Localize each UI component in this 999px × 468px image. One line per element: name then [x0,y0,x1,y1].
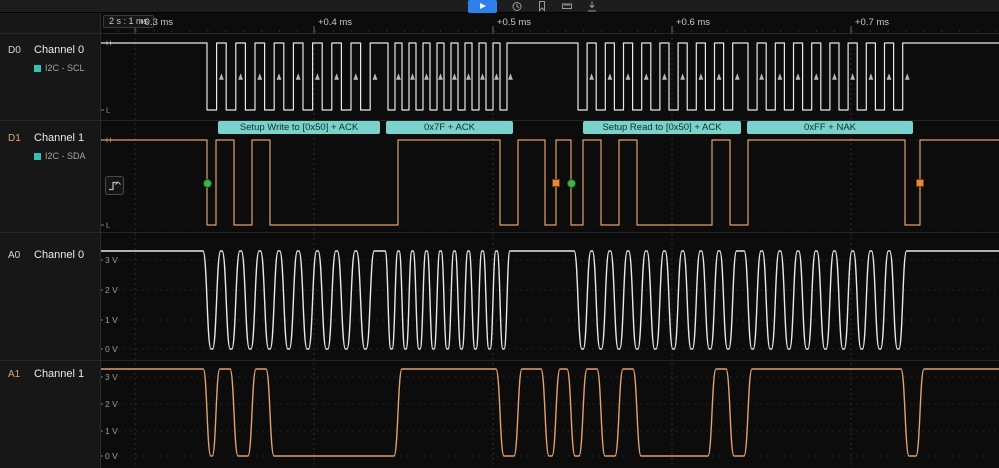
row-separator [0,120,999,121]
digital-level-label: L [106,221,110,230]
waveform-canvas[interactable]: HLHL3 V2 V1 V0 V3 V2 V1 V0 V [0,0,999,468]
time-tick-label: +0.4 ms [318,17,352,28]
time-tick-label: +0.6 ms [676,17,710,28]
annotations-icon [536,0,548,13]
voltage-label: 1 V [105,426,118,436]
analyzer-bullet-icon [34,153,41,160]
i2c-decode-bubble[interactable]: 0x7F + ACK [386,121,513,134]
voltage-label: 2 V [105,399,118,409]
channel-name: Channel 0 [34,44,84,56]
channel-row-a1[interactable]: A1 Channel 1 [8,368,98,408]
channel-id: A1 [8,369,20,380]
voltage-label: 3 V [105,372,118,382]
voltage-label: 1 V [105,315,118,325]
analyzer-label: I2C - SDA [34,151,86,161]
i2c-decode-bubble[interactable]: 0xFF + NAK [747,121,913,134]
trigger-indicator-button[interactable] [105,176,124,195]
capture-timer-button[interactable] [507,0,527,13]
channel-id: D0 [8,45,21,56]
time-tick-label: +0.7 ms [855,17,889,28]
sidebar-border [100,13,101,468]
time-tick-label: +0.3 ms [139,17,173,28]
i2c-decode-bubble[interactable]: Setup Write to [0x50] + ACK [218,121,380,134]
scl-analog-trace [100,251,999,349]
top-toolbar [0,0,999,13]
logic-analyzer-app: HLHL3 V2 V1 V0 V3 V2 V1 V0 V Setup Write… [0,0,999,468]
row-separator [0,33,999,34]
digital-level-label: L [106,106,110,115]
sda-analog-trace [100,369,999,456]
voltage-label: 0 V [105,344,118,354]
capture-timer-icon [511,0,523,13]
annotations-button[interactable] [532,0,552,13]
export-icon [586,0,598,13]
run-capture-button[interactable] [468,0,497,13]
voltage-label: 3 V [105,255,118,265]
export-button[interactable] [582,0,602,13]
channel-name: Channel 0 [34,249,84,261]
channel-id: D1 [8,133,21,144]
channel-sidebar: D0 Channel 0 I2C - SCL D1 Channel 1 I2C - SDA… [0,13,100,468]
voltage-label: 2 V [105,285,118,295]
play-icon [480,3,486,9]
scl-digital-trace [100,43,999,110]
analyzer-bullet-icon [34,65,41,72]
trigger-edge-icon [106,177,123,194]
analyzer-label: I2C - SCL [34,63,85,73]
voltage-label: 0 V [105,451,118,461]
measure-button[interactable] [557,0,577,13]
sda-digital-trace [100,140,999,225]
time-tick-label: +0.5 ms [497,17,531,28]
row-separator [0,232,999,233]
row-separator [0,360,999,361]
channel-row-a0[interactable]: A0 Channel 0 [8,249,98,289]
channel-name: Channel 1 [34,368,84,380]
channel-name: Channel 1 [34,132,84,144]
i2c-decode-bubble[interactable]: Setup Read to [0x50] + ACK [583,121,741,134]
channel-id: A0 [8,250,20,261]
channel-row-d0[interactable]: D0 Channel 0 I2C - SCL [8,44,98,84]
measure-icon [561,0,573,13]
channel-row-d1[interactable]: D1 Channel 1 I2C - SDA [8,132,98,172]
